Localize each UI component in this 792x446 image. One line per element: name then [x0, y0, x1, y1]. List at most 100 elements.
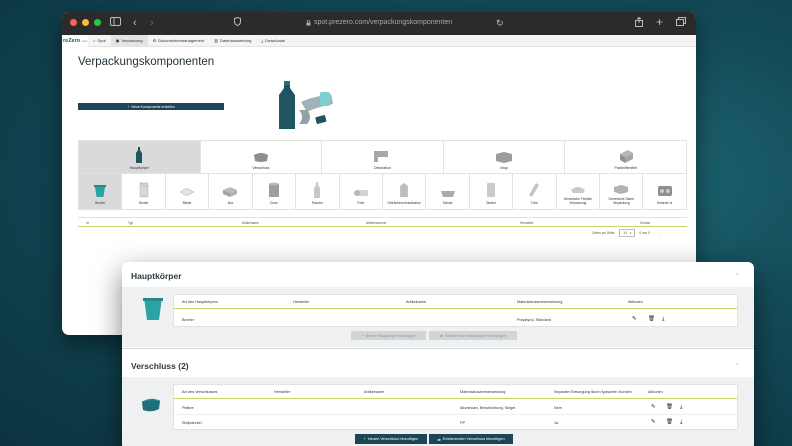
lock-icon: [306, 20, 311, 26]
nav-item-downloads[interactable]: ⤓ Downloads: [256, 35, 290, 47]
label-icon: [374, 151, 389, 162]
nav-item-spot[interactable]: ⌂ Spot: [88, 35, 111, 47]
category-tabs: Hauptkörper Verschluss Dekoration Inlay …: [78, 140, 687, 174]
browser-toolbar: ‹ › spot.prezero.com/verpackungskomponen…: [62, 12, 696, 35]
add-new-hauptkoerper-button[interactable]: + Neuen Hauptkörper hinzufügen: [351, 331, 426, 340]
rows-per-page-value: 10: [623, 231, 627, 235]
subcategory-dose[interactable]: Dose: [253, 174, 297, 209]
share-icon[interactable]: [635, 16, 643, 31]
rows-per-page-label: Zeilen pro Seite:: [592, 231, 616, 235]
delete-icon[interactable]: 🗑: [666, 404, 673, 410]
column-header-artikelnummer[interactable]: Artikelnummer: [366, 221, 387, 225]
delete-icon[interactable]: 🗑: [648, 316, 655, 322]
category-packhilfsmittel[interactable]: Packhilfsmittel: [565, 141, 686, 173]
cell-art: Becher: [182, 318, 195, 322]
category-label: Packhilfsmittel: [614, 166, 637, 170]
edit-icon[interactable]: ✎: [651, 419, 656, 425]
add-existing-hauptkoerper-button[interactable]: ⇄ Existierenden Hauptkörper hinzufügen: [429, 331, 517, 340]
column-header-artikelname[interactable]: Artikelname: [242, 221, 259, 225]
subcategory-label: Generische Flexible Verpackung: [563, 197, 592, 205]
rows-per-page-select[interactable]: 10 ▾: [619, 229, 636, 237]
can-icon: [268, 182, 279, 197]
button-label: Existierenden Hauptkörper hinzufügen: [444, 333, 507, 338]
cell-material: Polystyrol, Standard: [517, 318, 551, 322]
nav-label: Datenauswertung: [219, 38, 252, 43]
subcategory-folie[interactable]: Folie: [340, 174, 383, 209]
subcategory-getraenkeverbundkarton[interactable]: Getränkeverbundkarton: [383, 174, 427, 209]
cell-separate: Ja: [554, 421, 559, 425]
subcategory-blister[interactable]: Blister: [166, 174, 210, 209]
logo-text: reZero: [63, 37, 81, 44]
subcategory-gebinde[interactable]: Gebinde ⚙: [643, 174, 685, 209]
table-pagination: Zeilen pro Seite: 10 ▾ 0 von 0 ‹ ›: [592, 229, 660, 237]
close-window-button[interactable]: [70, 19, 77, 26]
collapse-icon[interactable]: ⌃: [735, 363, 739, 369]
add-new-verschluss-button[interactable]: + Neuen Verschluss hinzufügen: [355, 434, 427, 444]
box-icon: ▣: [115, 38, 120, 43]
subcategory-label: Schale: [442, 201, 453, 205]
back-icon[interactable]: ‹: [133, 17, 137, 29]
link-icon: ⇄: [439, 333, 443, 338]
nav-label: Dokumentenmanagement: [158, 38, 205, 43]
edit-icon[interactable]: ✎: [632, 316, 637, 322]
flexible-icon: [570, 187, 585, 193]
collapse-icon[interactable]: ⌃: [735, 273, 739, 279]
column-header-groesse[interactable]: Grösse: [640, 221, 650, 225]
shield-icon[interactable]: [234, 16, 241, 30]
nav-item-dokumentenmanagement[interactable]: ⚙ Dokumentenmanagement: [148, 35, 210, 47]
add-existing-verschluss-button[interactable]: ⇄ Existierenden Verschluss hinzufügen: [429, 434, 513, 444]
delete-icon[interactable]: 🗑: [666, 419, 673, 425]
hauptkoerper-table: Art des Hauptkörpers Hersteller Artikeln…: [173, 294, 738, 327]
category-verschluss[interactable]: Verschluss: [201, 141, 323, 173]
prezero-logo[interactable]: reZero spot: [62, 34, 88, 47]
tray-icon: [440, 191, 455, 197]
home-icon: ⌂: [93, 38, 96, 43]
subcategory-label: Beutel: [139, 201, 149, 205]
previous-page-icon[interactable]: ‹: [654, 231, 655, 235]
column-header-id[interactable]: Id: [86, 221, 89, 225]
subcategory-becher[interactable]: Becher: [79, 174, 123, 209]
reload-icon[interactable]: ↻: [496, 17, 504, 29]
components-table-header: Id Typ Artikelname Artikelnummer Herstel…: [78, 217, 687, 227]
new-component-button[interactable]: + Neue Komponente erstellen: [78, 103, 224, 110]
subcategory-generische-flexible-verpackung[interactable]: Generische Flexible Verpackung: [557, 174, 601, 209]
forward-icon[interactable]: ›: [150, 17, 154, 29]
section-title-verschluss: Verschluss (2): [131, 361, 189, 371]
column-header-typ[interactable]: Typ: [128, 221, 133, 225]
export-icon[interactable]: ⤓: [662, 316, 664, 323]
table-row: Stülpdeckel PP Ja ✎ 🗑 ⤓: [174, 416, 737, 430]
subcategory-generische-starre-verpackung[interactable]: Generische Starre Verpackung: [600, 174, 644, 209]
nav-item-verpackung[interactable]: ▣ Verpackung: [110, 34, 148, 47]
edit-icon[interactable]: ✎: [651, 404, 656, 410]
nav-item-datenauswertung[interactable]: ▥ Datenauswertung: [209, 35, 256, 47]
category-hauptkoerper[interactable]: Hauptkörper: [79, 141, 201, 173]
export-icon[interactable]: ⤓: [680, 404, 682, 411]
rigid-icon: [614, 185, 629, 194]
category-inlay[interactable]: Inlay: [444, 141, 566, 173]
minimize-window-button[interactable]: [82, 19, 89, 26]
subcategory-beutel[interactable]: Beutel: [122, 174, 166, 209]
sidebar-icon[interactable]: [110, 17, 121, 30]
cell-art: Stülpdeckel: [182, 421, 202, 425]
subcategory-flasche[interactable]: Flasche: [296, 174, 340, 209]
maximize-window-button[interactable]: [94, 19, 101, 26]
tabs-overview-icon[interactable]: [676, 17, 686, 30]
subcategory-tube[interactable]: Tube: [513, 174, 557, 209]
category-dekoration[interactable]: Dekoration: [322, 141, 444, 173]
column-header: Artikelname: [364, 390, 385, 394]
subcategory-schale[interactable]: Schale: [426, 174, 470, 209]
nav-label: Downloads: [265, 38, 285, 43]
nav-label: Verpackung: [121, 38, 143, 43]
column-header: Separate Entsorgung durch typischen Kund…: [554, 390, 632, 394]
box-icon: [223, 187, 238, 197]
address-bar[interactable]: spot.prezero.com/verpackungskomponenten: [306, 17, 452, 29]
next-page-icon[interactable]: ›: [659, 231, 660, 235]
subcategory-label: Folie: [357, 201, 365, 205]
blister-icon: [179, 187, 195, 197]
new-tab-icon[interactable]: +: [656, 16, 663, 28]
verschluss-table: Art des Verschlusses Hersteller Artikeln…: [173, 384, 738, 430]
export-icon[interactable]: ⤓: [680, 419, 682, 426]
subcategory-tasche[interactable]: Tasche: [470, 174, 514, 209]
column-header-hersteller[interactable]: Hersteller: [520, 221, 534, 225]
subcategory-box[interactable]: Box: [209, 174, 253, 209]
